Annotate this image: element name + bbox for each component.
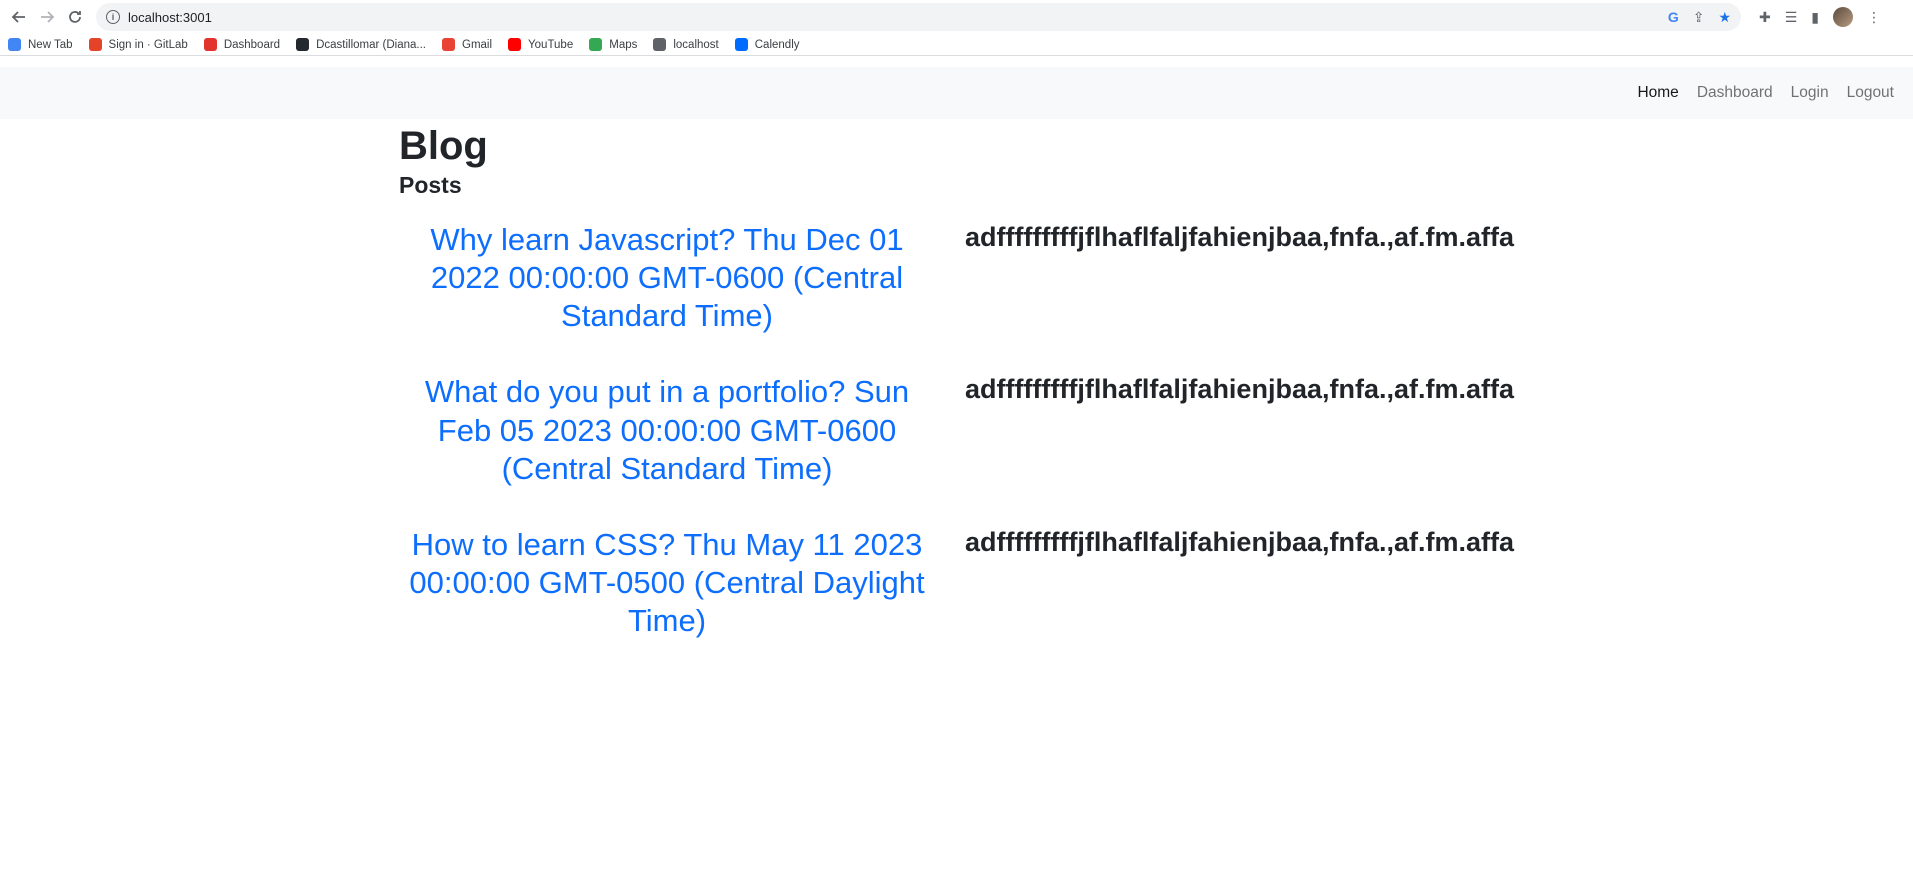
browser-toolbar: i localhost:3001 G ⇪ ★ ✚ ☰ ▮ ⋮ — [0, 0, 1913, 34]
github-icon — [296, 38, 310, 51]
app-navbar: Home Dashboard Login Logout — [0, 67, 1913, 119]
post-row: How to learn CSS? Thu May 11 2023 00:00:… — [399, 526, 1514, 640]
main-content: Blog Posts Why learn Javascript? Thu Dec… — [399, 122, 1514, 640]
bookmark-label: Dashboard — [223, 38, 281, 51]
bookmark-item[interactable]: New Tab — [8, 38, 73, 51]
bookmark-label: Sign in · GitLab — [108, 38, 188, 51]
youtube-icon — [508, 38, 522, 51]
google-icon — [8, 38, 21, 51]
side-panel-icon[interactable]: ▮ — [1811, 9, 1819, 26]
reload-icon — [69, 11, 81, 23]
back-button[interactable] — [6, 4, 32, 30]
google-lens-icon[interactable]: G — [1668, 9, 1679, 25]
reload-button[interactable] — [62, 4, 88, 30]
bookmark-item[interactable]: Dashboard — [203, 38, 281, 51]
bookmark-item[interactable]: Calendly — [734, 38, 800, 51]
nav-link-dashboard[interactable]: Dashboard — [1688, 84, 1782, 102]
profile-avatar[interactable] — [1833, 7, 1854, 27]
bookmark-star-icon[interactable]: ★ — [1718, 9, 1731, 26]
bookmark-item[interactable]: Gmail — [442, 38, 492, 51]
site-info-icon[interactable]: i — [106, 10, 120, 24]
bookmark-label: YouTube — [528, 38, 574, 51]
bookmark-label: New Tab — [28, 38, 73, 51]
share-icon[interactable]: ⇪ — [1693, 9, 1705, 26]
globe-icon — [653, 38, 667, 51]
bookmark-label: Maps — [609, 38, 638, 51]
reading-list-icon[interactable]: ☰ — [1785, 9, 1798, 26]
bookmark-item[interactable]: Sign in · GitLab — [88, 38, 188, 51]
bookmark-item[interactable]: Maps — [589, 38, 637, 51]
bookmark-item[interactable]: localhost — [653, 38, 719, 51]
post-title-link[interactable]: What do you put in a portfolio? Sun Feb … — [399, 373, 935, 487]
bookmark-item[interactable]: YouTube — [508, 38, 573, 51]
post-title-link[interactable]: Why learn Javascript? Thu Dec 01 2022 00… — [399, 221, 935, 335]
gmail-icon — [442, 38, 455, 51]
nav-link-login[interactable]: Login — [1782, 84, 1838, 102]
bookmarks-bar: New Tab Sign in · GitLab Dashboard Dcastill… — [0, 34, 1913, 56]
bookmark-label: Gmail — [462, 38, 493, 51]
bookmark-label: Calendly — [754, 38, 800, 51]
menu-kebab-icon[interactable]: ⋮ — [1867, 9, 1881, 26]
post-title-link[interactable]: How to learn CSS? Thu May 11 2023 00:00:… — [399, 526, 935, 640]
address-bar[interactable]: i localhost:3001 G ⇪ ★ — [96, 3, 1741, 31]
post-body: adfffffffffjflhaflfaljfahienjbaa,fnfa.,a… — [965, 222, 1514, 252]
bookmark-label: Dcastillomar (Diana... — [316, 38, 426, 51]
calendly-icon — [734, 38, 748, 51]
arrow-left-icon — [11, 11, 25, 23]
post-row: What do you put in a portfolio? Sun Feb … — [399, 373, 1514, 487]
nav-link-home[interactable]: Home — [1628, 84, 1687, 102]
bookmark-label: localhost — [673, 38, 719, 51]
arrow-right-icon — [41, 11, 55, 23]
post-body: adfffffffffjflhaflfaljfahienjbaa,fnfa.,a… — [965, 526, 1514, 557]
post-body: adfffffffffjflhaflfaljfahienjbaa,fnfa.,a… — [965, 374, 1514, 405]
url-text[interactable]: localhost:3001 — [128, 10, 1668, 25]
page-subtitle: Posts — [399, 172, 462, 198]
bookmark-item[interactable]: Dcastillomar (Diana... — [296, 38, 426, 51]
page-title: Blog — [399, 124, 488, 168]
dashboard-icon — [203, 38, 217, 51]
extensions-icon[interactable]: ✚ — [1759, 9, 1771, 26]
nav-link-logout[interactable]: Logout — [1838, 84, 1903, 102]
maps-icon — [589, 38, 603, 51]
post-row: Why learn Javascript? Thu Dec 01 2022 00… — [399, 221, 1514, 335]
forward-button[interactable] — [34, 4, 60, 30]
gitlab-icon — [88, 38, 102, 51]
